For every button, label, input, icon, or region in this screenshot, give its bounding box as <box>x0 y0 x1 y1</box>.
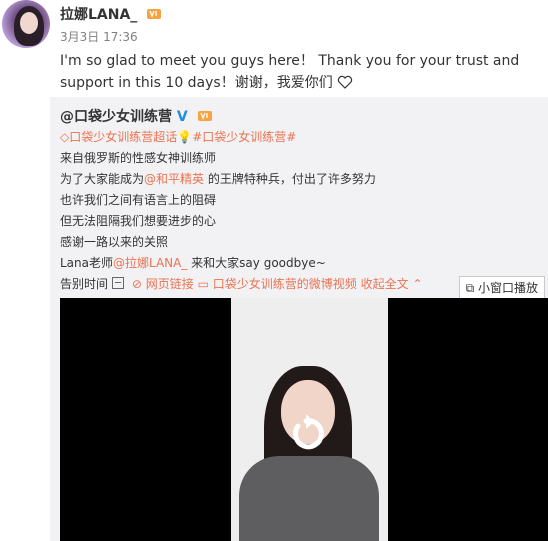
lightbulb-icon: 💡 <box>177 130 193 144</box>
repost-line: Lana老师@拉娜LANA_ 来和大家say goodbye~ <box>60 253 376 274</box>
popout-button[interactable]: ⧉ 小窗口播放 <box>458 276 545 300</box>
author-avatar[interactable] <box>2 0 50 48</box>
video-person-body <box>239 456 379 541</box>
repost-meta: 告别时间 ⊘ 网页链接 ▭ 口袋少女训练营的微博视频 收起全文 ⌃ <box>60 275 423 292</box>
repost-line: 为了大家能成为@和平精英 的王牌特种兵，付出了许多努力 <box>60 169 376 190</box>
verified-v-icon: V <box>176 109 188 125</box>
avatar-face <box>20 12 38 34</box>
repost-card: @口袋少女训练营 V ◇口袋少女训练营超话💡#口袋少女训练营# 来自俄罗斯的性感… <box>50 97 548 541</box>
repost-line-text: 的王牌特种兵，付出了许多努力 <box>204 172 376 186</box>
replay-icon[interactable] <box>286 414 326 454</box>
hashtag-link[interactable]: #口袋少女训练营# <box>192 130 296 144</box>
diamond-icon: ◇ <box>60 130 70 144</box>
post-author[interactable]: 拉娜LANA_ <box>60 4 162 24</box>
repost-line: 但无法阻隔我们想要进步的心 <box>60 214 217 228</box>
popout-icon: ⧉ <box>465 281 475 295</box>
repost-line: 感谢一路以来的关照 <box>60 235 169 249</box>
repost-tags-line: ◇口袋少女训练营超话💡#口袋少女训练营# <box>60 127 376 148</box>
repost-line-text: 来和大家say goodbye~ <box>187 256 326 270</box>
collapse-link[interactable]: 收起全文 <box>361 277 409 291</box>
video-link[interactable]: 口袋少女训练营的微博视频 <box>213 277 357 291</box>
supertopic-link[interactable]: 口袋少女训练营超话 <box>69 130 177 144</box>
repost-line-text: 为了大家能成为 <box>60 172 145 186</box>
post-text: I'm so glad to meet you guys here！ Thank… <box>60 50 544 94</box>
collapse-icon[interactable] <box>112 277 125 289</box>
link-icon: ⊘ <box>131 277 142 291</box>
web-link[interactable]: 网页链接 <box>146 277 194 291</box>
vip-badge-icon <box>147 9 162 19</box>
repost-author-name[interactable]: @口袋少女训练营 <box>60 109 172 125</box>
chevron-up-icon: ⌃ <box>412 277 423 291</box>
popout-label: 小窗口播放 <box>477 281 538 295</box>
post-author-name[interactable]: 拉娜LANA_ <box>60 7 137 23</box>
repost-author[interactable]: @口袋少女训练营 V <box>60 106 213 126</box>
mention-link[interactable]: @拉娜LANA_ <box>113 256 187 270</box>
repost-line: 也许我们之间有语言上的阻碍 <box>60 193 217 207</box>
repost-body: ◇口袋少女训练营超话💡#口袋少女训练营# 来自俄罗斯的性感女神训练师 为了大家能… <box>60 127 376 274</box>
vip-badge-icon <box>197 111 212 121</box>
meta-prefix: 告别时间 <box>60 277 109 291</box>
video-icon: ▭ <box>197 277 209 291</box>
heart-outline-icon <box>338 75 353 89</box>
repost-line-text: Lana老师 <box>60 256 113 270</box>
post-time[interactable]: 3月3日 17:36 <box>60 28 138 45</box>
repost-line: 来自俄罗斯的性感女神训练师 <box>60 151 217 165</box>
post-text-body: I'm so glad to meet you guys here！ Thank… <box>60 53 520 91</box>
mention-link[interactable]: @和平精英 <box>144 172 204 186</box>
video-player[interactable] <box>60 298 548 541</box>
